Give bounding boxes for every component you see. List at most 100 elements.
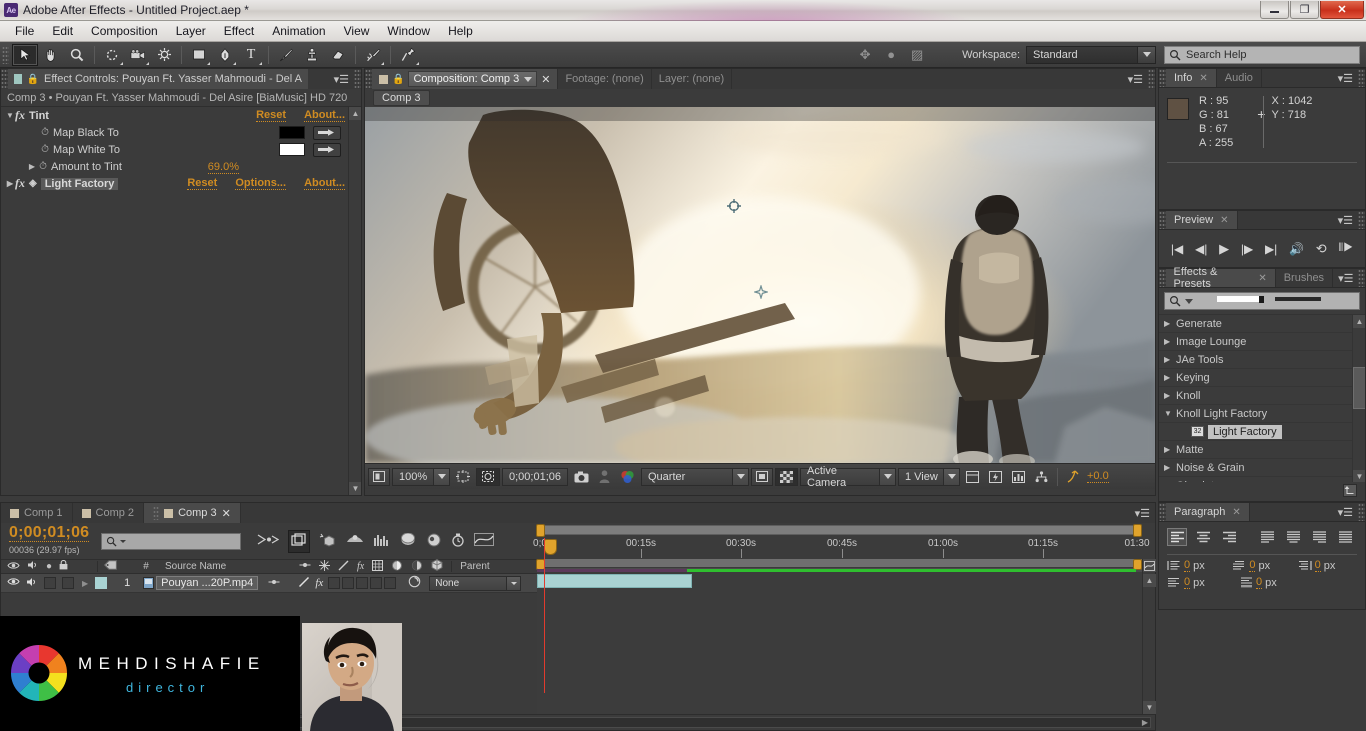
effects-category-obsolete[interactable]: ▶ Obsolete (1159, 477, 1365, 483)
effects-category-matte[interactable]: ▶ Matte (1159, 441, 1365, 459)
maximize-button[interactable]: ❐ (1290, 1, 1319, 19)
eyedropper-icon[interactable] (313, 125, 341, 140)
mask-icon[interactable]: ▨ (904, 44, 930, 66)
tab-layer[interactable]: Layer: (none) (652, 69, 733, 89)
space-before-value[interactable]: 0 (1184, 576, 1191, 589)
layer-adjustment-switch[interactable] (356, 577, 369, 589)
panel-grip-right[interactable] (354, 69, 361, 89)
space-after-field[interactable]: 0 px (1239, 576, 1305, 589)
align-left-button[interactable] (1167, 528, 1187, 546)
clone-stamp-tool[interactable] (299, 44, 325, 66)
menu-item-window[interactable]: Window (378, 22, 439, 40)
menu-item-layer[interactable]: Layer (167, 22, 215, 40)
indent-first-line-field[interactable]: 0 px (1232, 559, 1291, 572)
mask-shape-icon[interactable] (426, 533, 442, 550)
tab-audio[interactable]: Audio (1216, 69, 1262, 87)
panel-grip-right[interactable] (1148, 69, 1155, 89)
minimize-button[interactable] (1260, 1, 1289, 19)
rotation-tool[interactable] (99, 44, 125, 66)
circle-icon[interactable]: ● (878, 44, 904, 66)
pixel-aspect-correction-icon[interactable] (962, 468, 983, 486)
align-right-button[interactable] (1219, 528, 1239, 546)
menu-item-view[interactable]: View (335, 22, 379, 40)
search-help-input[interactable]: Search Help (1164, 45, 1360, 64)
comp-flowchart-icon[interactable] (1031, 468, 1052, 486)
chevron-right-icon[interactable]: ▶ (1164, 319, 1172, 328)
last-frame-button[interactable]: ▶| (1265, 242, 1277, 256)
loop-button[interactable]: ⟲ (1316, 241, 1327, 257)
menu-item-animation[interactable]: Animation (263, 22, 334, 40)
layer-motion-blur-switch[interactable] (342, 577, 355, 589)
panel-grip-right[interactable] (1358, 269, 1365, 287)
new-animation-preset-icon[interactable] (1343, 484, 1357, 500)
chevron-down-icon[interactable]: ▼ (1164, 409, 1172, 418)
move-anchor-icon[interactable]: ✥ (852, 44, 878, 66)
justify-last-center-button[interactable] (1283, 528, 1303, 546)
scroll-up-button[interactable]: ▲ (1353, 315, 1365, 328)
chevron-right-icon[interactable]: ▶ (1164, 355, 1172, 364)
indent-left-value[interactable]: 0 (1184, 559, 1191, 572)
layer-quality-switch[interactable] (298, 576, 310, 591)
current-time-indicator-line[interactable] (544, 538, 545, 693)
layer-effects-switch[interactable]: fx (315, 577, 323, 589)
effects-category-jae-tools[interactable]: ▶ JAe Tools (1159, 351, 1365, 369)
magnification-select[interactable]: 100% (392, 467, 450, 486)
tab-paragraph[interactable]: Paragraph ✕ (1166, 503, 1250, 521)
type-tool[interactable]: T (238, 44, 264, 66)
fast-previews-icon[interactable] (985, 468, 1006, 486)
lock-icon[interactable]: 🔒 (392, 74, 404, 85)
always-preview-this-view-button[interactable] (368, 467, 390, 486)
panel-menu-button[interactable]: ▾☰ (1261, 69, 1358, 87)
property-row-map-white-to[interactable]: ⏱ Map White To (1, 141, 361, 158)
current-time-indicator-head[interactable] (544, 539, 557, 555)
3d-view-select[interactable]: Active Camera (800, 465, 896, 489)
toggle-mask-paths-button[interactable] (476, 467, 500, 486)
timeline-search-input[interactable] (101, 532, 242, 550)
close-icon[interactable]: ✕ (1220, 215, 1228, 226)
layer-clip-bar[interactable] (537, 574, 692, 588)
justify-last-left-button[interactable] (1257, 528, 1277, 546)
chevron-down-icon[interactable] (943, 468, 959, 485)
audio-toggle-button[interactable]: 🔊 (1289, 242, 1304, 256)
first-frame-button[interactable]: |◀ (1171, 242, 1183, 256)
menu-item-help[interactable]: Help (439, 22, 482, 40)
chevron-down-icon[interactable] (1185, 298, 1193, 304)
tab-composition-comp3[interactable]: 🔒 Composition: Comp 3 ✕ (372, 69, 559, 89)
layer-expand-triangle[interactable]: ▶ (82, 579, 88, 588)
light-source-handle-icon[interactable] (752, 283, 770, 302)
disclosure-triangle-icon[interactable]: ▼ (5, 111, 15, 120)
composition-selector[interactable]: Composition: Comp 3 (408, 71, 538, 87)
panel-grip-right[interactable] (1358, 503, 1365, 521)
toggle-switches-modes-icon[interactable] (288, 529, 311, 553)
timeline-rows-area[interactable] (537, 572, 1142, 714)
graph-editor-row-icon[interactable] (1143, 559, 1156, 572)
close-icon[interactable]: ✕ (1199, 73, 1207, 84)
panel-menu-button[interactable]: ▾☰ (240, 503, 1155, 523)
chevron-right-icon[interactable]: ▶ (1164, 463, 1172, 472)
column-index-header[interactable]: # (127, 561, 165, 572)
stopwatch-icon[interactable]: ⏱ (37, 161, 49, 173)
effects-category-knoll-light-factory[interactable]: ▼ Knoll Light Factory (1159, 405, 1365, 423)
effect-row-light-factory[interactable]: ▶ fx ◈ Light Factory Reset Options... Ab… (1, 175, 361, 192)
effects-category-knoll[interactable]: ▶ Knoll (1159, 387, 1365, 405)
pan-behind-tool[interactable] (151, 44, 177, 66)
close-icon[interactable]: ✕ (1258, 273, 1266, 284)
layer-source-name[interactable]: Pouyan ...20P.mp4 (156, 576, 259, 590)
panel-grip[interactable] (1159, 69, 1166, 87)
composition-viewer[interactable] (365, 107, 1155, 463)
chevron-down-icon[interactable] (879, 468, 895, 485)
shape-tool[interactable] (186, 44, 212, 66)
lf-reset-link[interactable]: Reset (187, 177, 218, 190)
panel-grip[interactable] (153, 506, 160, 520)
layer-solo-toggle[interactable] (44, 577, 56, 589)
selection-tool[interactable] (12, 43, 38, 66)
effects-item-light-factory[interactable]: 32 Light Factory (1159, 423, 1365, 441)
reset-exposure-icon[interactable] (1063, 468, 1085, 486)
composition-mini-flowchart-icon[interactable] (257, 533, 280, 549)
tint-about-link[interactable]: About... (304, 109, 345, 122)
effects-category-generate[interactable]: ▶ Generate (1159, 315, 1365, 333)
work-area-bar-top[interactable] (537, 525, 1142, 535)
puppet-pin-tool[interactable] (395, 44, 421, 66)
tab-brushes[interactable]: Brushes (1275, 269, 1334, 287)
previous-frame-button[interactable]: ◀| (1195, 242, 1207, 256)
